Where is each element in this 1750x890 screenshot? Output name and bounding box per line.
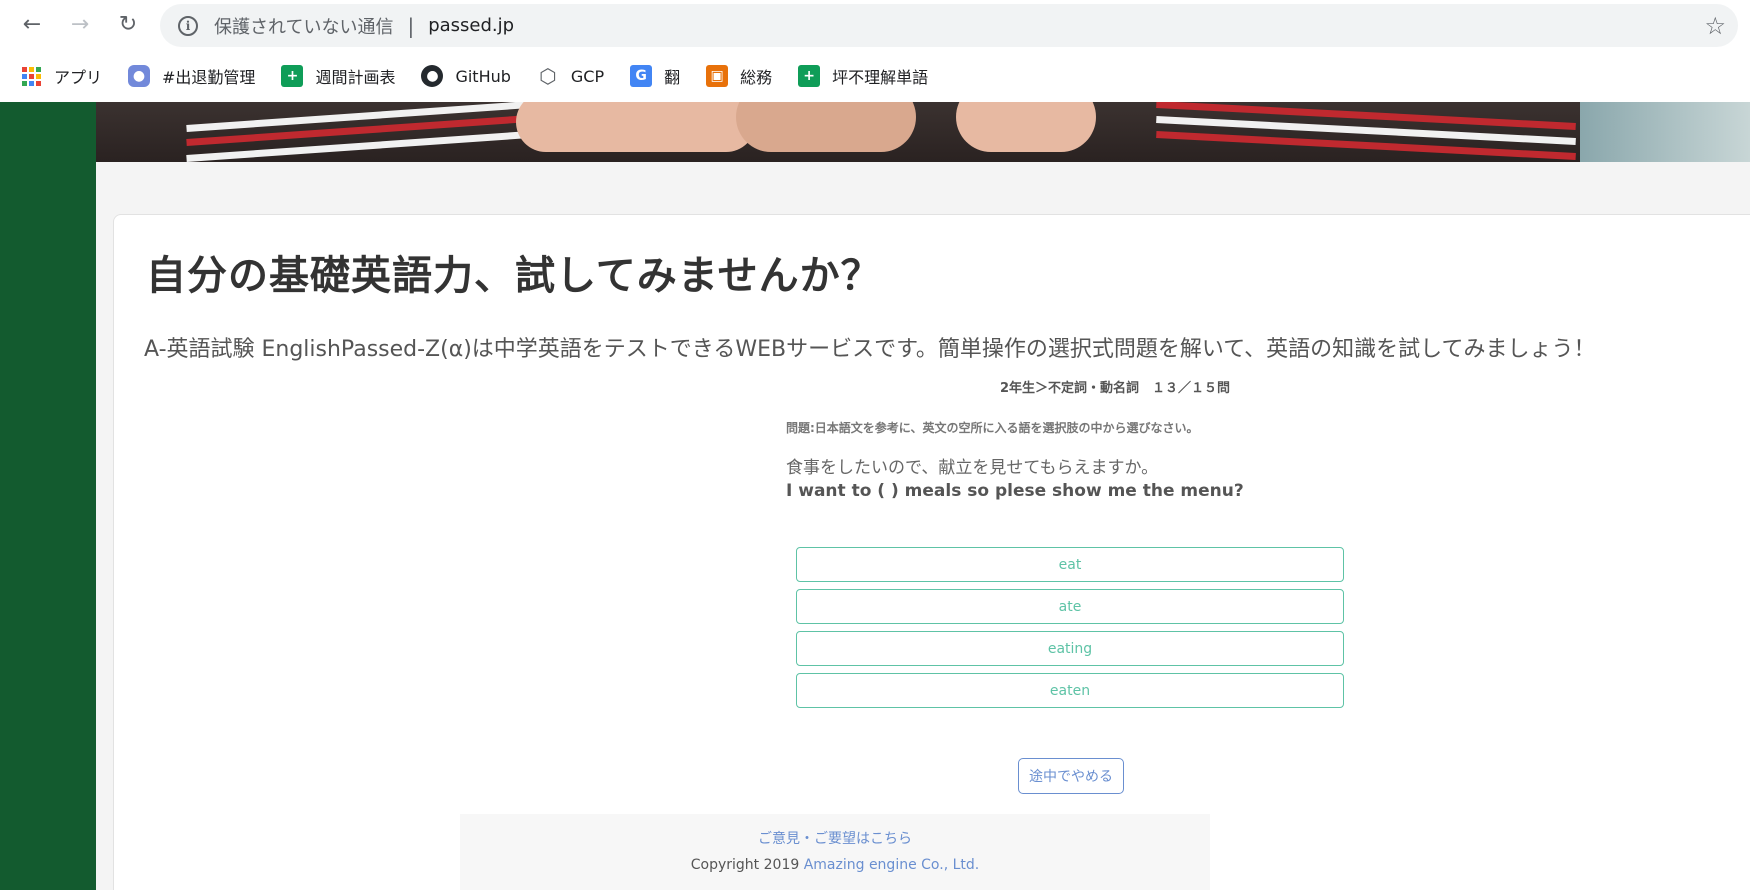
- copyright: Copyright 2019 Amazing engine Co., Ltd.: [691, 857, 979, 873]
- bookmark-star-icon[interactable]: ☆: [1704, 12, 1726, 40]
- choice-eaten-button[interactable]: eaten: [796, 673, 1344, 708]
- sheets-icon: +: [798, 65, 821, 87]
- bookmark-label: 翻: [664, 68, 681, 87]
- security-label: 保護されていない通信: [214, 16, 394, 38]
- bookmark-label: GCP: [570, 66, 605, 86]
- bookmark-apps[interactable]: アプリ: [20, 61, 102, 91]
- sheets-icon: +: [281, 65, 304, 87]
- question-japanese: 食事をしたいので、献立を見せてもらえますか。: [786, 458, 1159, 478]
- bookmarks-bar: アプリ ● #出退勤管理 + 週間計画表 ● GitHub ⬡ GCP G 翻 …: [0, 50, 1750, 102]
- quit-button[interactable]: 途中でやめる: [1018, 758, 1124, 794]
- bookmark-vocabulary[interactable]: + 坪不理解単語: [798, 61, 928, 91]
- github-icon: ●: [421, 65, 444, 87]
- choice-ate-button[interactable]: ate: [796, 589, 1344, 624]
- footer: ご意見・ご要望はこちら Copyright 2019 Amazing engin…: [460, 814, 1210, 890]
- company-link[interactable]: Amazing engine Co., Ltd.: [804, 857, 980, 873]
- feedback-link[interactable]: ご意見・ご要望はこちら: [460, 828, 1210, 848]
- discord-icon: ●: [128, 65, 151, 87]
- browser-toolbar: ← → ↻ i 保護されていない通信 | passed.jp ☆: [0, 0, 1750, 50]
- left-rail: [0, 102, 96, 890]
- bookmark-gcp[interactable]: ⬡ GCP: [536, 61, 605, 91]
- page-title: 自分の基礎英語力、試してみませんか？: [146, 253, 882, 299]
- reload-icon[interactable]: ↻: [113, 9, 143, 39]
- bookmark-weekly-plan[interactable]: + 週間計画表: [281, 61, 395, 91]
- service-description: A-英語試験 EnglishPassed-Z(α)は中学英語をテストできるWEB…: [144, 337, 1596, 362]
- choice-eating-button[interactable]: eating: [796, 631, 1344, 666]
- address-bar[interactable]: i 保護されていない通信 | passed.jp ☆: [160, 4, 1738, 47]
- copyright-text: Copyright 2019: [690, 857, 804, 873]
- url-text[interactable]: passed.jp: [428, 15, 514, 36]
- gcp-icon: ⬡: [536, 64, 559, 88]
- back-icon[interactable]: ←: [17, 9, 47, 39]
- quiz-instruction: 問題:日本語文を参考に、英文の空所に入る語を選択肢の中から選びなさい。: [786, 421, 1199, 435]
- page-viewport: 自分の基礎英語力、試してみませんか？ A-英語試験 EnglishPassed-…: [0, 102, 1750, 890]
- translate-icon: G: [630, 65, 653, 87]
- bookmark-general-affairs[interactable]: ▣ 総務: [706, 61, 772, 91]
- choice-eat-button[interactable]: eat: [796, 547, 1344, 582]
- bookmark-label: アプリ: [54, 68, 103, 87]
- bookmark-label: 週間計画表: [315, 68, 396, 87]
- bookmark-label: 総務: [740, 68, 773, 87]
- bookmark-label: GitHub: [455, 66, 511, 86]
- info-icon[interactable]: i: [178, 15, 198, 36]
- bookmark-translate[interactable]: G 翻: [630, 61, 680, 91]
- omnibox-separator: |: [407, 13, 415, 38]
- bookmark-label: 坪不理解単語: [832, 68, 929, 87]
- question-english: I want to ( ) meals so plese show me the…: [786, 481, 1244, 501]
- apps-icon: [20, 65, 42, 87]
- bookmark-github[interactable]: ● GitHub: [421, 61, 511, 91]
- intro-card: 自分の基礎英語力、試してみませんか？ A-英語試験 EnglishPassed-…: [113, 214, 1750, 890]
- bookmark-label: #出退勤管理: [162, 68, 256, 87]
- forms-icon: ▣: [706, 65, 729, 87]
- bookmark-attendance[interactable]: ● #出退勤管理: [128, 61, 255, 91]
- hero-image: [96, 102, 1750, 162]
- quiz-progress: 2年生＞不定詞・動名詞 １３／１５問: [1000, 381, 1231, 396]
- forward-icon[interactable]: →: [65, 9, 95, 39]
